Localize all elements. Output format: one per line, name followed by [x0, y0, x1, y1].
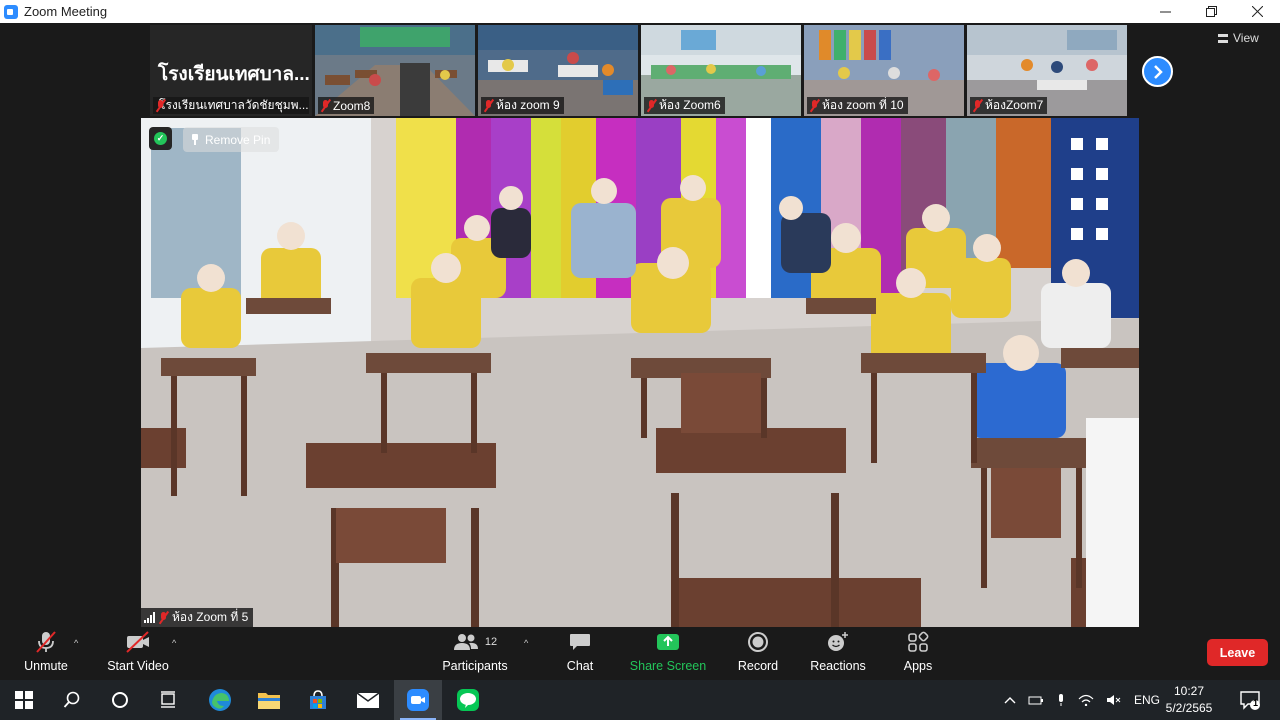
task-view-icon	[161, 691, 175, 708]
windows-taskbar: ENG 10:27 5/2/2565 1	[0, 680, 1280, 720]
close-icon	[1251, 6, 1263, 17]
line-icon	[457, 689, 479, 711]
start-button[interactable]	[0, 680, 48, 720]
restore-button[interactable]	[1188, 0, 1234, 23]
microphone-muted-icon	[36, 631, 56, 653]
share-screen-button[interactable]: Share Screen	[628, 627, 708, 680]
muted-mic-icon	[321, 99, 330, 112]
participant-tile-label: ห้องZoom7	[970, 97, 1048, 114]
restore-icon	[1205, 6, 1217, 17]
participant-tile-zoom8[interactable]: Zoom8	[315, 25, 475, 116]
task-view-button[interactable]	[144, 680, 192, 720]
signal-strength-icon	[144, 612, 155, 623]
participants-count: 12	[484, 636, 498, 648]
participants-icon	[453, 634, 478, 650]
wifi-icon[interactable]	[1078, 694, 1094, 706]
chat-button[interactable]: Chat	[560, 627, 600, 680]
cortana-button[interactable]	[96, 680, 144, 720]
main-video-participant-label: ห้อง Zoom ที่ 5	[141, 608, 254, 627]
participant-tile-label: ห้อง zoom 9	[481, 97, 564, 114]
taskbar-clock[interactable]: 10:27 5/2/2565	[1164, 683, 1214, 717]
participant-tile-label: Zoom8	[318, 97, 375, 114]
audio-options-caret-icon[interactable]: ^	[74, 638, 78, 648]
muted-mic-icon	[810, 99, 819, 112]
clock-time: 10:27	[1173, 684, 1205, 698]
microphone-tray-icon[interactable]	[1056, 693, 1066, 707]
reactions-icon	[828, 632, 848, 651]
participant-tile-label: โรงเรียนเทศบาลวัดชัยชุมพ...	[153, 97, 309, 114]
pin-icon	[191, 134, 199, 145]
clock-date: 5/2/2565	[1165, 701, 1213, 715]
windows-start-icon	[15, 691, 33, 709]
participant-tile-zoom7[interactable]: ห้องZoom7	[967, 25, 1127, 116]
taskbar-search-button[interactable]	[48, 680, 96, 720]
taskbar-app-edge[interactable]	[196, 680, 244, 720]
file-explorer-icon	[258, 693, 280, 709]
main-video[interactable]: ✓ Remove Pin ห้อง Zoom ที่ 5	[141, 118, 1139, 627]
participant-tile-label: ห้อง zoom ที่ 10	[807, 97, 908, 114]
meeting-toolbar: Unmute ^ Start Video ^ 12 Participants ^	[0, 627, 1280, 680]
store-icon	[310, 690, 326, 709]
taskbar-app-mail[interactable]	[344, 680, 392, 720]
taskbar-app-file-explorer[interactable]	[245, 680, 293, 720]
start-video-button[interactable]: Start Video	[104, 627, 172, 680]
muted-mic-icon	[647, 99, 656, 112]
chat-icon	[570, 634, 590, 650]
participant-tile-zoom9[interactable]: ห้อง zoom 9	[478, 25, 638, 116]
muted-mic-icon	[159, 611, 168, 624]
reactions-button[interactable]: Reactions	[808, 627, 868, 680]
view-button[interactable]: View	[1218, 31, 1259, 45]
close-button[interactable]	[1234, 0, 1280, 23]
leave-button[interactable]: Leave	[1207, 639, 1268, 666]
mail-icon	[356, 692, 380, 708]
chevron-right-icon	[1153, 64, 1163, 79]
record-button[interactable]: Record	[734, 627, 782, 680]
volume-muted-icon[interactable]	[1106, 694, 1122, 706]
participants-button[interactable]: 12 Participants	[440, 627, 510, 680]
battery-icon[interactable]	[1028, 694, 1044, 706]
window-title: Zoom Meeting	[24, 4, 108, 19]
meeting-area: โรงเรียนเทศบาล... โรงเรียนเทศบาลวัดชัยชุ…	[0, 23, 1280, 627]
video-camera-off-icon	[126, 631, 149, 653]
record-icon	[748, 632, 768, 652]
muted-mic-icon	[973, 99, 982, 112]
notifications-button[interactable]: 1	[1226, 680, 1274, 720]
notification-count: 1	[1253, 698, 1259, 708]
grid-view-icon	[1218, 33, 1228, 43]
shield-check-icon: ✓	[154, 132, 167, 145]
edge-icon	[209, 689, 231, 711]
minimize-icon	[1159, 11, 1171, 13]
unmute-button[interactable]: Unmute	[14, 627, 78, 680]
participants-options-caret-icon[interactable]: ^	[524, 638, 528, 648]
muted-mic-icon	[484, 99, 493, 112]
participant-display-name: โรงเรียนเทศบาล...	[158, 64, 310, 85]
security-shield-button[interactable]: ✓	[149, 127, 172, 150]
participant-tile-zoom10[interactable]: ห้อง zoom ที่ 10	[804, 25, 964, 116]
gallery-strip: โรงเรียนเทศบาล... โรงเรียนเทศบาลวัดชัยชุ…	[150, 25, 1127, 118]
system-tray: ENG	[1004, 680, 1160, 720]
video-feed	[141, 118, 1139, 627]
next-page-button[interactable]	[1142, 56, 1173, 87]
participant-tile-label: ห้อง Zoom6	[644, 97, 725, 114]
taskbar-app-store[interactable]	[294, 680, 342, 720]
video-options-caret-icon[interactable]: ^	[172, 638, 176, 648]
taskbar-app-line[interactable]	[444, 680, 492, 720]
title-bar: Zoom Meeting	[0, 0, 1280, 23]
taskbar-app-zoom[interactable]	[394, 680, 442, 720]
apps-icon	[908, 631, 929, 652]
zoom-app-icon	[4, 4, 18, 19]
input-language-indicator[interactable]: ENG	[1134, 693, 1160, 707]
zoom-icon	[407, 689, 429, 711]
cortana-icon	[112, 692, 128, 708]
remove-pin-button[interactable]: Remove Pin	[183, 127, 280, 152]
search-icon	[63, 691, 80, 708]
minimize-button[interactable]	[1142, 0, 1188, 23]
participant-tile-name[interactable]: โรงเรียนเทศบาล... โรงเรียนเทศบาลวัดชัยชุ…	[150, 25, 312, 116]
participant-tile-zoom6[interactable]: ห้อง Zoom6	[641, 25, 801, 116]
share-screen-icon	[657, 634, 679, 650]
chevron-up-icon[interactable]	[1004, 696, 1016, 704]
apps-button[interactable]: Apps	[896, 627, 940, 680]
